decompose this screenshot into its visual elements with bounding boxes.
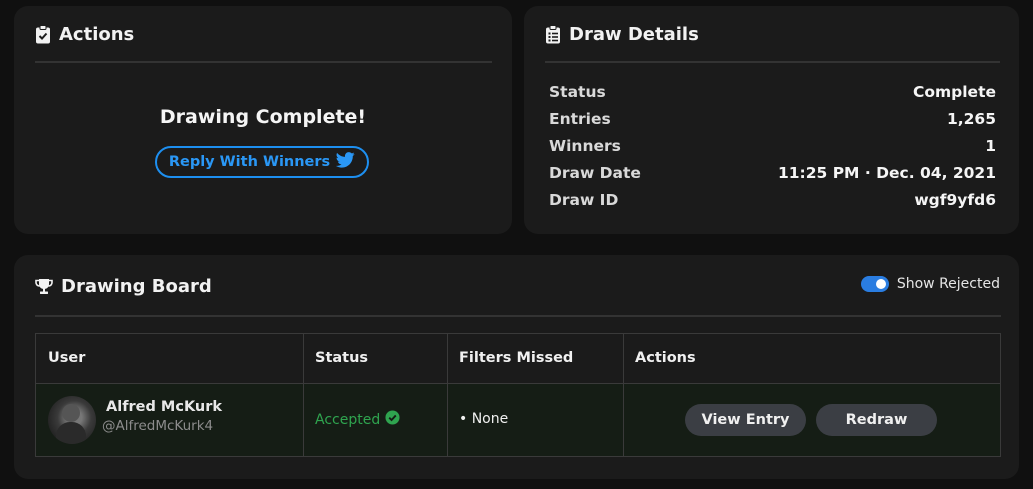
drawing-board-table: User Status Filters Missed Actions Alfre… (35, 333, 1001, 457)
drawing-complete-message: Drawing Complete! (159, 106, 367, 128)
draw-details-divider (545, 61, 1000, 63)
user-name: Alfred McKurk (106, 399, 223, 415)
column-header-actions: Actions (635, 350, 696, 366)
column-header-status: Status (315, 350, 369, 366)
avatar (48, 396, 96, 444)
detail-label: Winners (549, 137, 621, 155)
actions-divider (35, 61, 492, 63)
detail-row-draw-id: Draw ID wgf9yfd6 (549, 188, 996, 212)
table-header-divider (36, 383, 1000, 384)
drawing-board-header: Drawing Board (35, 255, 212, 317)
drawing-board-divider (35, 315, 1001, 317)
check-circle-icon (385, 410, 400, 429)
drawing-board-title: Drawing Board (61, 275, 212, 297)
show-rejected-toggle-group: Show Rejected (860, 276, 1000, 292)
show-rejected-label: Show Rejected (896, 276, 1000, 292)
redraw-button[interactable]: Redraw (816, 404, 937, 436)
detail-value: wgf9yfd6 (914, 191, 996, 209)
reply-with-winners-button[interactable]: Reply With Winners (155, 146, 369, 178)
drawing-board-card: Drawing Board Show Rejected User Status … (14, 255, 1019, 479)
reply-button-label: Reply With Winners (168, 154, 331, 170)
view-entry-button[interactable]: View Entry (685, 404, 806, 436)
detail-value: 11:25 PM · Dec. 04, 2021 (777, 164, 996, 182)
detail-value: Complete (912, 83, 996, 101)
draw-details-card: Draw Details Status Complete Entries 1,2… (524, 6, 1019, 234)
detail-label: Status (549, 83, 606, 101)
column-header-filters-missed: Filters Missed (459, 350, 574, 366)
filters-missed-cell: • None (459, 411, 509, 427)
clipboard-check-icon (35, 24, 51, 44)
status-text: Accepted (315, 411, 381, 428)
actions-card: Actions Drawing Complete! Reply With Win… (14, 6, 512, 234)
draw-details-title: Draw Details (569, 23, 699, 45)
detail-row-winners: Winners 1 (549, 134, 996, 158)
trophy-icon (35, 278, 53, 295)
detail-label: Entries (549, 110, 611, 128)
actions-header: Actions (35, 6, 134, 62)
detail-row-status: Status Complete (549, 80, 996, 104)
column-header-user: User (48, 350, 86, 366)
detail-value: 1,265 (946, 110, 996, 128)
actions-title: Actions (59, 23, 135, 45)
user-handle: @AlfredMcKurk4 (102, 418, 214, 434)
detail-label: Draw ID (549, 191, 619, 209)
show-rejected-toggle[interactable] (860, 276, 889, 292)
detail-label: Draw Date (549, 164, 641, 182)
status-cell: Accepted (315, 410, 400, 429)
twitter-icon (335, 152, 355, 172)
detail-value: 1 (985, 137, 996, 155)
draw-details-header: Draw Details (545, 6, 699, 62)
detail-row-entries: Entries 1,265 (549, 107, 996, 131)
clipboard-list-icon (545, 24, 561, 44)
detail-row-draw-date: Draw Date 11:25 PM · Dec. 04, 2021 (549, 161, 996, 185)
